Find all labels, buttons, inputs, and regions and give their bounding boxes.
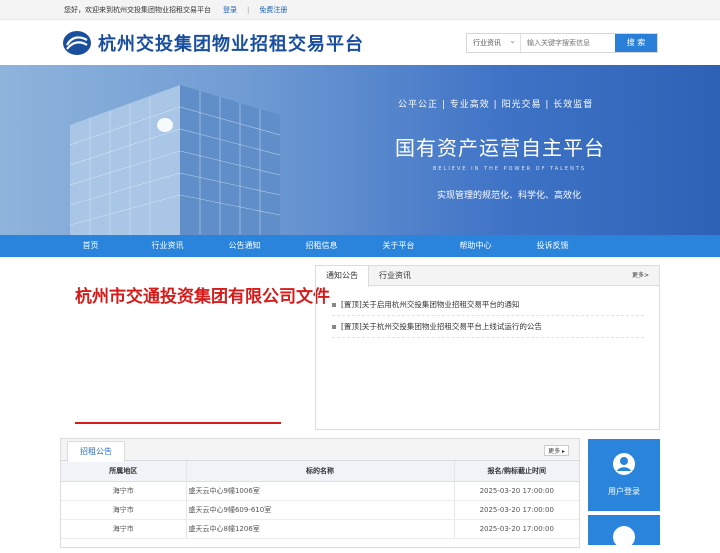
welcome-text: 您好，欢迎来到杭州交投集团物业招租交易平台 (64, 6, 211, 14)
bid-announcements-panel: 招租公告 更多 ▸ 所属地区 标的名称 报名/购标截止时间 海宁市 盛天云中心9… (60, 438, 580, 548)
bid-table: 所属地区 标的名称 报名/购标截止时间 海宁市 盛天云中心9幢1006室 202… (61, 461, 579, 539)
logo-text: 杭州交投集团物业招租交易平台 (98, 34, 364, 55)
nav-about[interactable]: 关于平台 (360, 235, 437, 257)
notice-item-text: [置顶]关于启用杭州交投集团物业招租交易平台的通知 (341, 300, 520, 309)
user-edit-icon (613, 526, 635, 548)
nav-industry-news[interactable]: 行业资讯 (129, 235, 206, 257)
bullet-icon (332, 324, 336, 329)
hero-banner: 公平公正 | 专业高效 | 阳光交易 | 长效监督 国有资产运营自主平台 BEL… (0, 65, 720, 235)
cell-name[interactable]: 盛天云中心9幢1006室 (186, 481, 455, 501)
bullet-icon (332, 302, 336, 307)
nav-rental-info[interactable]: 招租信息 (283, 235, 360, 257)
table-row[interactable]: 海宁市 盛天云中心9幢1006室 2025-03-20 17:00:00 (61, 481, 579, 501)
main-nav: 首页 行业资讯 公告通知 招租信息 关于平台 帮助中心 投诉反馈 (0, 235, 720, 257)
banner-slogan-values: 公平公正 | 专业高效 | 阳光交易 | 长效监督 (398, 100, 594, 110)
table-row[interactable]: 海宁市 盛天云中心9幢609-610室 2025-03-20 17:00:00 (61, 500, 579, 520)
cell-deadline: 2025-03-20 17:00:00 (454, 500, 579, 520)
table-header-row: 所属地区 标的名称 报名/购标截止时间 (61, 461, 579, 482)
document-title: 杭州市交通投资集团有限公司文件 (75, 287, 330, 307)
user-icon (613, 453, 635, 475)
cell-name[interactable]: 盛天云中心9幢609-610室 (186, 500, 455, 520)
cell-name[interactable]: 盛天云中心8幢1206室 (186, 519, 455, 539)
topbar-separator: | (247, 6, 250, 14)
user-login-label: 用户登录 (608, 487, 640, 496)
search-bar: 行业资讯 搜 索 (466, 32, 658, 53)
notice-more-link[interactable]: 更多> (632, 266, 649, 286)
user-login-button[interactable]: 用户登录 (588, 439, 660, 511)
list-item[interactable]: [置顶]关于杭州交投集团物业招租交易平台上线试运行的公告 (332, 316, 644, 338)
register-link[interactable]: 免费注册 (259, 0, 287, 20)
cell-deadline: 2025-03-20 17:00:00 (454, 519, 579, 539)
banner-slogan-sub: 实现管理的规范化、科学化、高效化 (437, 191, 582, 201)
login-link[interactable]: 登录 (223, 0, 237, 20)
search-button[interactable]: 搜 索 (615, 34, 657, 52)
table-row[interactable]: 海宁市 盛天云中心8幢1206室 2025-03-20 17:00:00 (61, 519, 579, 539)
top-bar: 您好，欢迎来到杭州交投集团物业招租交易平台 登录 | 免费注册 (0, 0, 720, 20)
nav-home[interactable]: 首页 (52, 235, 129, 257)
nav-help[interactable]: 帮助中心 (437, 235, 514, 257)
document-preview[interactable]: 杭州市交通投资集团有限公司文件 (75, 282, 330, 424)
column-header-deadline: 报名/购标截止时间 (454, 461, 579, 482)
side-action-button[interactable] (588, 515, 660, 548)
banner-slogan-english: BELIEVE IN THE POWER OF TALENTS (433, 166, 587, 172)
nav-feedback[interactable]: 投诉反馈 (514, 235, 591, 257)
search-input[interactable] (521, 34, 609, 52)
search-category-select[interactable]: 行业资讯 (467, 32, 521, 52)
bid-tab[interactable]: 招租公告 (67, 441, 125, 462)
logo[interactable]: 杭州交投集团物业招租交易平台 (62, 30, 364, 56)
notice-tabs: 通知公告 行业资讯 更多> (316, 266, 659, 287)
bid-more-label: 更多 (548, 448, 561, 455)
tab-industry-news[interactable]: 行业资讯 (369, 266, 421, 285)
column-header-region: 所属地区 (61, 461, 187, 482)
building-illustration (70, 85, 281, 235)
list-item[interactable]: [置顶]关于启用杭州交投集团物业招租交易平台的通知 (332, 294, 644, 316)
notice-panel: 通知公告 行业资讯 更多> [置顶]关于启用杭州交投集团物业招租交易平台的通知 … (315, 265, 660, 430)
cell-region: 海宁市 (61, 481, 187, 501)
tab-notices[interactable]: 通知公告 (316, 266, 369, 287)
logo-icon (63, 31, 91, 55)
cell-region: 海宁市 (61, 500, 187, 520)
nav-announcements[interactable]: 公告通知 (206, 235, 283, 257)
document-red-rule (75, 422, 281, 424)
bid-header: 招租公告 更多 ▸ (61, 439, 579, 462)
cell-deadline: 2025-03-20 17:00:00 (454, 481, 579, 501)
column-header-name: 标的名称 (186, 461, 455, 482)
notice-list: [置顶]关于启用杭州交投集团物业招租交易平台的通知 [置顶]关于杭州交投集团物业… (316, 286, 659, 338)
cell-region: 海宁市 (61, 519, 187, 539)
notice-item-text: [置顶]关于杭州交投集团物业招租交易平台上线试运行的公告 (341, 322, 542, 331)
bid-more-button[interactable]: 更多 ▸ (544, 445, 569, 456)
banner-slogan-main: 国有资产运营自主平台 (395, 136, 605, 160)
